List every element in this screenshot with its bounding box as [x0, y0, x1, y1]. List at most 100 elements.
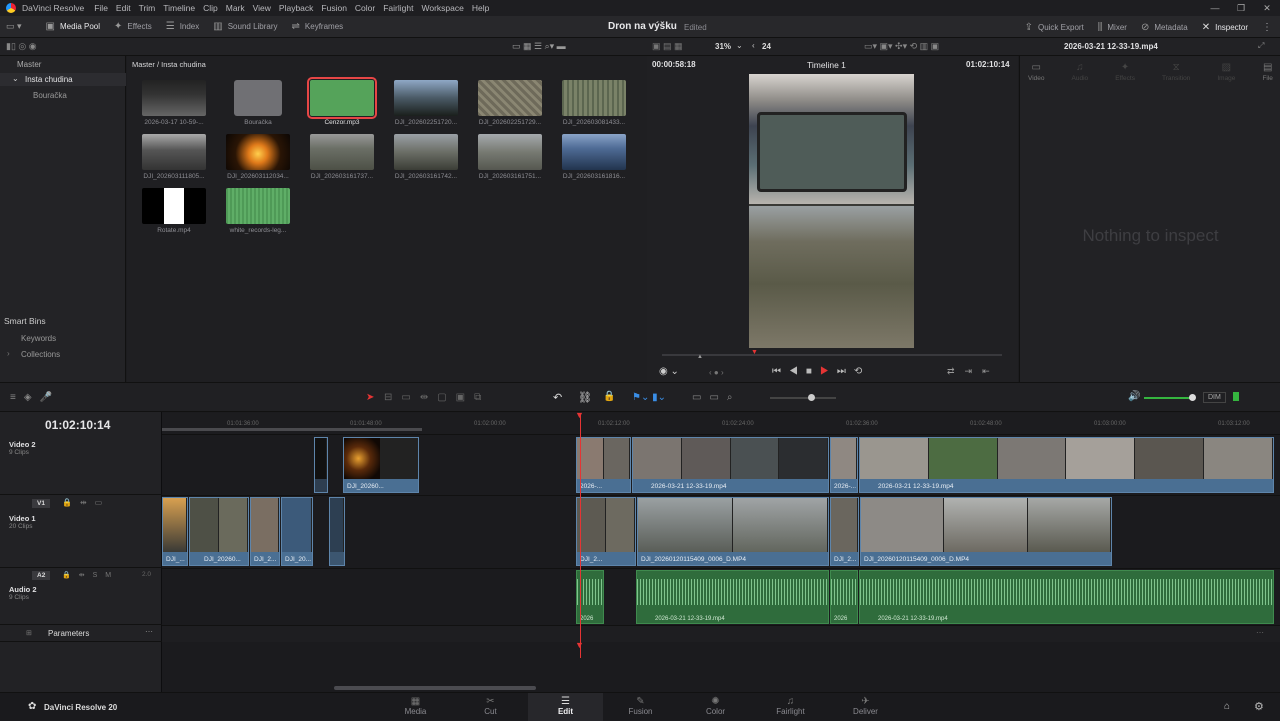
quick-export-button[interactable]: ⇪ Quick Export	[1025, 22, 1084, 33]
volume-slider[interactable]	[1144, 394, 1196, 401]
master-bin[interactable]: Master	[17, 60, 41, 69]
menu-timeline[interactable]: Timeline	[163, 3, 195, 13]
transport-controls[interactable]: ⏮◀■▶⏭⟲	[772, 366, 870, 377]
keyframes-button[interactable]: ⇌ Keyframes	[292, 21, 344, 32]
expand-icon[interactable]: ⤢	[1258, 41, 1264, 51]
chevron-left-icon[interactable]: ‹	[752, 41, 755, 50]
pool-clip[interactable]: DJI_202602251729...	[477, 80, 543, 126]
inspector-button[interactable]: ✕ Inspector	[1202, 22, 1248, 33]
select-tool-icon[interactable]: ➤	[366, 392, 374, 403]
panel-layout-icon[interactable]: ▭ ▾	[6, 21, 22, 32]
page-fusion[interactable]: ✎ Fusion	[603, 693, 678, 721]
menu-mark[interactable]: Mark	[226, 3, 245, 13]
volume-icon[interactable]: 🔊	[1128, 391, 1140, 402]
track-controls-icons[interactable]: 🔒⇹SM	[62, 571, 119, 579]
jog-icon[interactable]: ‹ ● ›	[709, 368, 724, 377]
minimize-icon[interactable]: —	[1202, 3, 1228, 13]
playhead-handle-icon[interactable]: ▼	[575, 640, 584, 650]
horizontal-scrollbar[interactable]	[334, 686, 536, 690]
chevron-right-icon[interactable]: ›	[7, 349, 10, 358]
dim-button[interactable]: DIM	[1203, 392, 1226, 403]
timeline-timecode[interactable]: 01:02:10:14	[45, 418, 110, 432]
timeline-clip-v2[interactable]	[314, 437, 328, 493]
track-tag-v1[interactable]: V1	[32, 499, 50, 508]
menu-workspace[interactable]: Workspace	[421, 3, 463, 13]
page-cut[interactable]: ✂ Cut	[453, 693, 528, 721]
timeline-clip-v1[interactable]: DJI_...	[162, 497, 188, 566]
pool-clip[interactable]: DJI_202603161751...	[477, 134, 543, 180]
timeline-clip-v1[interactable]: DJI_20260120115409_0006_D.MP4	[860, 497, 1112, 566]
link-icon[interactable]: ⛓	[578, 391, 592, 404]
zoom-slider[interactable]	[770, 394, 836, 401]
tab-effects[interactable]: ✦ Effects	[1115, 62, 1135, 82]
timeline-clip-v1[interactable]: DJI_2...	[576, 497, 636, 566]
pool-clip-selected[interactable]: Cenzor.mp3	[307, 77, 377, 126]
timeline-clip-v2[interactable]: DJI_20260...	[343, 437, 419, 493]
timeline-clip-v2[interactable]: 2026-03-21 12-33-19.mp4	[859, 437, 1274, 493]
jog-track[interactable]	[662, 354, 1002, 356]
playhead[interactable]	[580, 413, 581, 658]
video-frame[interactable]	[749, 74, 914, 348]
timeline-clip-v1[interactable]: DJI_20260120115409_0006_D.MP4	[637, 497, 829, 566]
zoom-slider-knob[interactable]	[808, 394, 815, 401]
timeline-clip-v1[interactable]	[329, 497, 345, 566]
more-options-icon[interactable]: ⋮	[1262, 22, 1272, 33]
menu-fairlight[interactable]: Fairlight	[383, 3, 413, 13]
timeline-scroll-indicator[interactable]	[162, 428, 422, 431]
more-options-icon[interactable]: ⋯	[145, 627, 153, 636]
timeline-clip-v1[interactable]: DJI_2...	[830, 497, 859, 566]
page-edit[interactable]: ☰ Edit	[528, 693, 603, 721]
timeline-view-icons[interactable]: ≡◈🎤	[10, 392, 60, 403]
bin-bouracka[interactable]: Bouračka	[33, 91, 67, 100]
pool-clip[interactable]: 2026-03-17 10-59-...	[141, 80, 207, 126]
timeline-clip-v2[interactable]: 2026-...	[576, 437, 631, 493]
effects-button[interactable]: ✦ Effects	[114, 21, 152, 32]
viewer-options-icon[interactable]: ◉ ⌄	[659, 366, 679, 377]
chevron-down-icon[interactable]: ⌄	[736, 41, 743, 50]
menu-file[interactable]: File	[94, 3, 108, 13]
edit-tool-icons[interactable]: ⊟▭⇹▢▣⧉	[384, 392, 490, 403]
index-button[interactable]: ☰ Index	[166, 21, 200, 32]
tab-file[interactable]: ▤ File	[1262, 62, 1272, 82]
timeline-audio-clip[interactable]: 2026-03-21 12-33-19.mp4	[636, 570, 829, 624]
menu-color[interactable]: Color	[355, 3, 375, 13]
more-options-icon[interactable]: ⋯	[1256, 628, 1264, 637]
pool-clip[interactable]: DJI_202603161737...	[309, 134, 375, 180]
pool-folder[interactable]: Bouračka	[225, 80, 291, 126]
in-marker-icon[interactable]: ▲	[697, 354, 703, 360]
tab-audio[interactable]: ♫ Audio	[1072, 62, 1089, 82]
pool-clip[interactable]: white_records-leg...	[225, 188, 291, 234]
timeline-clip-v2[interactable]: 2026-03-21 12-33-19.mp4	[632, 437, 829, 493]
pool-clip[interactable]: DJI_202603081433...	[561, 80, 627, 126]
pool-clip[interactable]: DJI_202602251720...	[393, 80, 459, 126]
zoom-level[interactable]: 31%	[715, 42, 731, 51]
lock-icon[interactable]: 🔒	[603, 391, 615, 402]
page-media[interactable]: ▦ Media	[378, 693, 453, 721]
pool-view-icons[interactable]: ▭ ▦ ☰ ⌕▾ ▬	[512, 41, 566, 52]
timeline-clip-v2[interactable]: 2026-...	[830, 437, 858, 493]
timeline-clip-v1[interactable]: DJI_20260...	[189, 497, 249, 566]
menu-clip[interactable]: Clip	[203, 3, 218, 13]
metadata-button[interactable]: ⊘ Metadata	[1141, 22, 1188, 33]
media-pool-button[interactable]: ▣ Media Pool	[46, 21, 100, 32]
parameters-header[interactable]: ⊞ Parameters ⋯	[0, 626, 162, 642]
tab-video[interactable]: ▭ Video	[1028, 62, 1045, 82]
track-header-video-2[interactable]: Video 2 9 Clips	[0, 435, 162, 495]
viewer-tool-icons[interactable]: ▭▾ ▣▾ ✣▾ ⟲ ▥ ▣	[864, 41, 939, 52]
zoom-tools-icons[interactable]: ▭▭⌕	[692, 392, 741, 403]
menu-help[interactable]: Help	[472, 3, 489, 13]
page-deliver[interactable]: ✈ Deliver	[828, 693, 903, 721]
smart-bin-keywords[interactable]: Keywords	[21, 334, 56, 343]
settings-gear-icon[interactable]: ⚙	[1254, 700, 1264, 713]
sound-library-button[interactable]: ▥ Sound Library	[213, 21, 277, 32]
menu-playback[interactable]: Playback	[279, 3, 314, 13]
playhead-marker-icon[interactable]: ▼	[751, 349, 758, 356]
pool-clip[interactable]: DJI_202603161816...	[561, 134, 627, 180]
volume-knob[interactable]	[1189, 394, 1196, 401]
menu-edit[interactable]: Edit	[116, 3, 131, 13]
tab-image[interactable]: ▨ Image	[1217, 62, 1235, 82]
home-icon[interactable]: ⌂	[1224, 701, 1230, 712]
match-frame-icons[interactable]: ⇄⇥⇤	[947, 366, 1000, 377]
timeline-clip-v1[interactable]: DJI_2...	[250, 497, 280, 566]
timeline-audio-clip[interactable]: 2026	[830, 570, 858, 624]
